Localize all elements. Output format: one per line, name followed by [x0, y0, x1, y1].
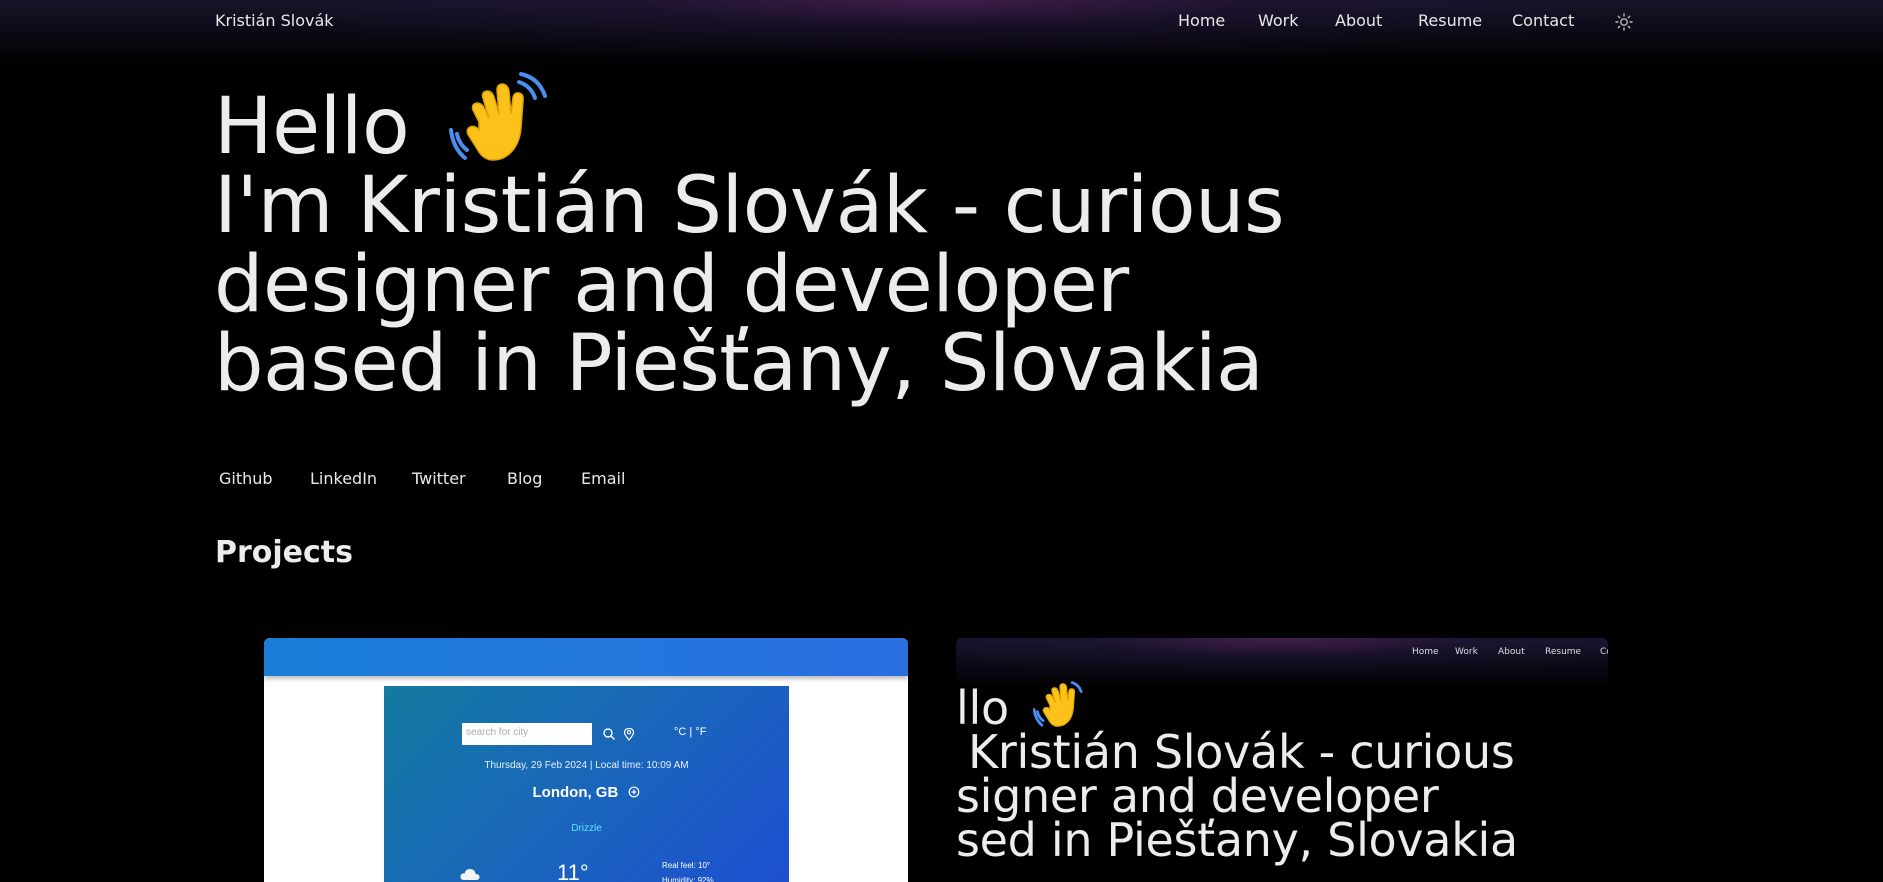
weather-date: Thursday, 29 Feb 2024 | Local time: 10:0… [484, 760, 689, 771]
weather-details: Real feel: 10° Humidity: 92% [662, 858, 714, 882]
nav-home[interactable]: Home [1178, 11, 1258, 30]
portfolio-preview-hero: llo Kristián Slovák - curious signer and… [956, 681, 1608, 867]
nav-links: Home Work About Resume Contact [1178, 11, 1574, 30]
location-pin-icon [622, 726, 636, 741]
hero-line-1: I'm Kristián Slovák - curious [214, 161, 1285, 251]
preview-line-2: signer and developer [956, 769, 1439, 823]
nav-work[interactable]: Work [1258, 11, 1335, 30]
weather-real-feel: Real feel: 10° [662, 861, 711, 870]
nav-contact[interactable]: Contact [1512, 11, 1574, 30]
preview-nav-home: Home [1412, 647, 1439, 657]
project-card-portfolio[interactable]: Home Work About Resume Con llo Kristián … [956, 638, 1608, 882]
weather-card-topbar [264, 638, 908, 676]
top-navigation: Kristián Slovák Home Work About Resume C… [0, 0, 1883, 44]
preview-line-3: sed in Piešťany, Slovakia [956, 813, 1518, 867]
sun-icon[interactable] [1614, 12, 1634, 32]
brand-name[interactable]: Kristián Slovák [215, 11, 334, 30]
weather-search-input: search for city [462, 723, 592, 745]
weather-condition: Drizzle [571, 823, 602, 834]
email-link[interactable]: Email [581, 469, 625, 488]
weather-city-name: London, GB [532, 784, 619, 801]
weather-units-toggle: °C | °F [674, 726, 707, 738]
projects-heading: Projects [215, 535, 354, 570]
hero-hello: Hello [214, 82, 410, 172]
portfolio-preview-nav: Home Work About Resume Con [1412, 647, 1608, 657]
preview-nav-resume: Resume [1545, 647, 1582, 657]
hero-heading: Hello I'm Kristián Slovák - curious desi… [214, 71, 1514, 409]
waving-hand-icon [449, 71, 549, 172]
preview-line-1: Kristián Slovák - curious [968, 725, 1515, 779]
weather-temperature: 11° [557, 860, 589, 882]
weather-humidity: Humidity: 92% [662, 876, 714, 882]
preview-nav-contact: Con [1600, 647, 1608, 657]
cloud-rain-icon [459, 866, 481, 882]
preview-hello: llo [956, 681, 1009, 735]
search-icon [602, 726, 616, 740]
nav-resume[interactable]: Resume [1418, 11, 1512, 30]
social-links: Github LinkedIn Twitter Blog Email [219, 469, 625, 488]
nav-about[interactable]: About [1335, 11, 1418, 30]
add-circle-icon [628, 785, 640, 802]
linkedin-link[interactable]: LinkedIn [310, 469, 412, 488]
weather-app-preview: search for city °C | °F Thursday, 29 Feb… [384, 686, 789, 882]
project-card-weather[interactable]: search for city °C | °F Thursday, 29 Feb… [264, 638, 908, 882]
twitter-link[interactable]: Twitter [412, 469, 507, 488]
github-link[interactable]: Github [219, 469, 310, 488]
hero-line-2: designer and developer [214, 240, 1129, 330]
preview-nav-about: About [1498, 647, 1525, 657]
weather-city: London, GB [384, 784, 789, 802]
blog-link[interactable]: Blog [507, 469, 581, 488]
preview-nav-work: Work [1455, 647, 1478, 657]
hero-line-3: based in Piešťany, Slovakia [214, 319, 1264, 409]
